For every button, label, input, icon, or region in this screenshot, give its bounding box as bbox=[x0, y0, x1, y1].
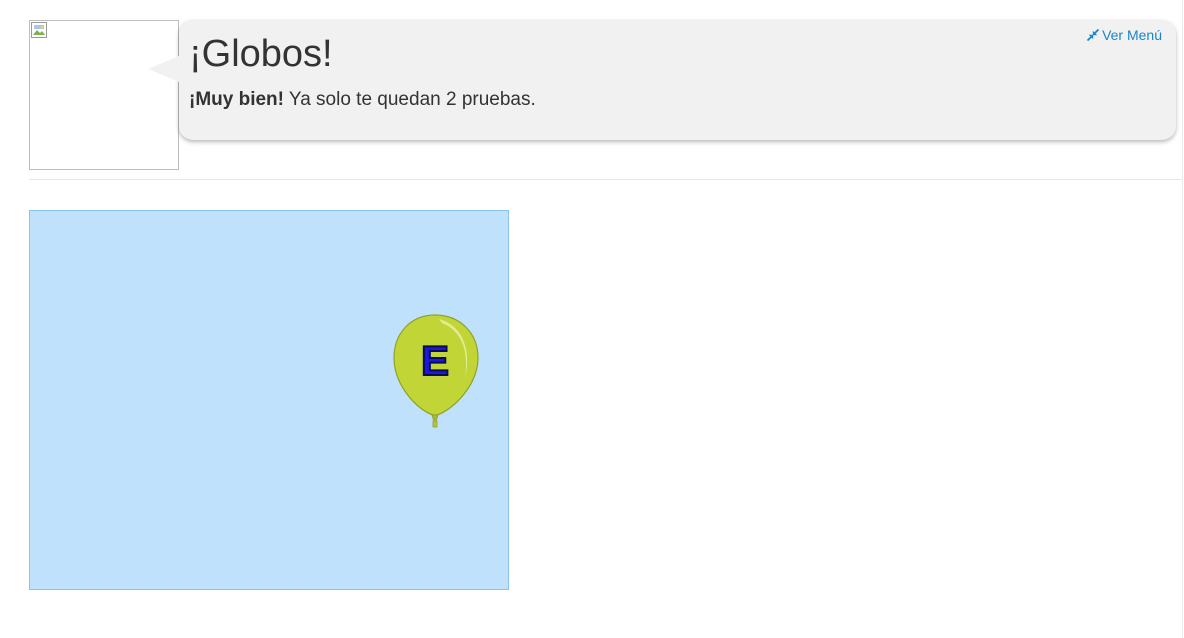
page-right-border bbox=[1182, 0, 1183, 638]
ver-menu-label: Ver Menú bbox=[1102, 27, 1162, 43]
status-message: ¡Muy bien! Ya solo te quedan 2 pruebas. bbox=[189, 88, 536, 112]
collapse-arrows-icon bbox=[1087, 29, 1100, 41]
game-canvas[interactable]: E bbox=[29, 210, 509, 590]
header-divider bbox=[29, 179, 1182, 180]
avatar bbox=[29, 20, 179, 170]
status-message-highlight: ¡Muy bien! bbox=[189, 89, 284, 110]
status-message-text: Ya solo te quedan 2 pruebas. bbox=[284, 89, 536, 110]
broken-image-icon bbox=[31, 22, 47, 38]
speech-bubble: ¡Globos! ¡Muy bien! Ya solo te quedan 2 … bbox=[148, 20, 1176, 140]
balloon[interactable]: E bbox=[392, 313, 482, 433]
speech-bubble-tail bbox=[148, 56, 179, 82]
ver-menu-link[interactable]: Ver Menú bbox=[1087, 27, 1162, 43]
page-title: ¡Globos! bbox=[189, 33, 333, 75]
balloon-letter: E bbox=[420, 336, 450, 385]
